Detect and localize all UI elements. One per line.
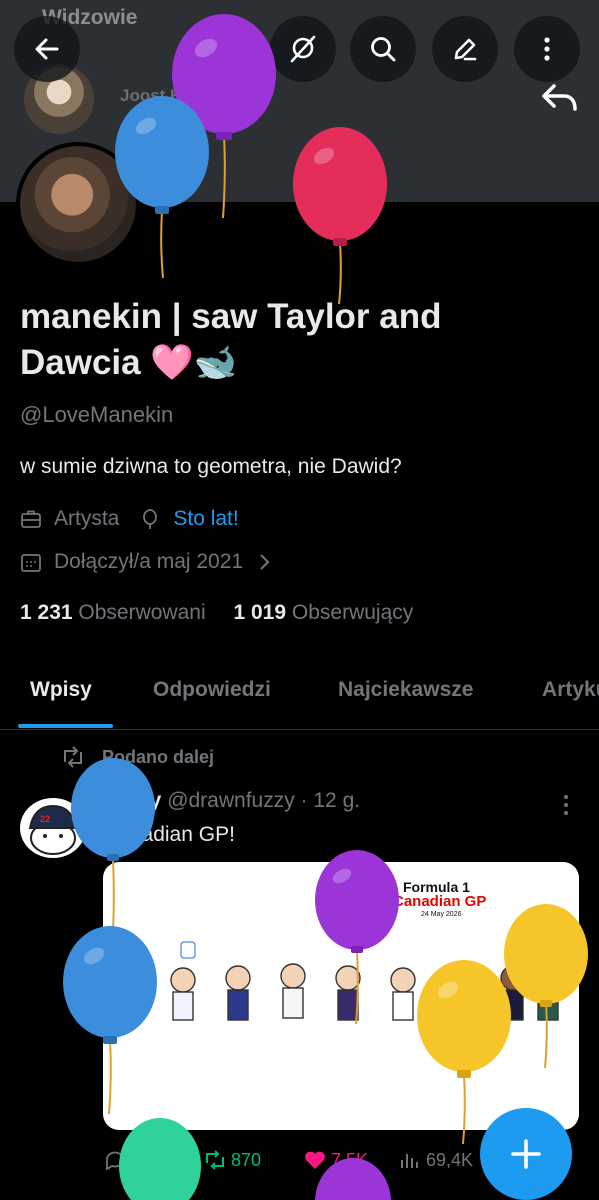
tab-replies[interactable]: Odpowiedzi: [153, 678, 271, 702]
image-subtitle: Canadian GP: [393, 893, 486, 910]
tweet-text: Canadian GP!: [103, 823, 235, 846]
back-button[interactable]: [14, 16, 80, 82]
tab-highlights[interactable]: Najciekawsze: [338, 678, 473, 702]
repost-indicator: Podano dalej: [60, 746, 214, 768]
tweet-author-avatar[interactable]: 22: [20, 798, 86, 858]
joined-row[interactable]: Dołączył/a maj 2021: [20, 550, 285, 574]
chevron-right-icon: [260, 554, 270, 570]
profile-handle: @LoveManekin: [20, 402, 174, 427]
tweet-image[interactable]: Formula 1 Canadian GP 24 May 2026: [103, 862, 579, 1130]
tweet-more-icon[interactable]: [556, 792, 576, 818]
edit-icon: [454, 38, 477, 61]
author-avatar-drawing: 22: [28, 804, 78, 855]
briefcase-icon: [21, 510, 41, 528]
followers-label: Obserwujący: [291, 601, 414, 624]
plus-icon: [511, 1139, 541, 1169]
reply-button[interactable]: 16: [103, 1148, 151, 1172]
profile-avatar[interactable]: [16, 142, 140, 266]
display-name: manekin | saw Taylor and Dawcia 🩷🐋: [20, 297, 442, 382]
birthday-link[interactable]: Sto lat!: [173, 507, 238, 531]
following-count: 1 231: [20, 601, 73, 624]
more-vertical-icon: [544, 37, 550, 61]
balloon-icon: [143, 509, 158, 529]
profile-tabs: Wpisy Odpowiedzi Najciekawsze Artykuły: [0, 658, 599, 730]
tweet-author-name[interactable]: Fuzzy: [103, 789, 161, 812]
pin-slash-icon: [290, 35, 316, 63]
like-count: 7,5K: [331, 1149, 369, 1170]
profile-category: Artysta: [54, 507, 120, 530]
followers-count: 1 019: [233, 601, 287, 624]
banner-name: Joost Klein: [120, 86, 212, 105]
repost-count: 870: [231, 1149, 262, 1170]
search-icon: [371, 37, 396, 62]
repost-button[interactable]: 870: [203, 1148, 261, 1172]
reply-count: 16: [131, 1149, 152, 1170]
joined-date: Dołączył/a maj 2021: [54, 550, 244, 573]
active-tab-indicator: [18, 724, 113, 728]
tab-articles[interactable]: Artykuły: [542, 678, 599, 702]
following-link[interactable]: 1 231 Obserwowani: [20, 601, 206, 624]
followers-link[interactable]: 1 019 Obserwujący: [233, 601, 413, 624]
views-button[interactable]: 69,4K: [398, 1148, 473, 1172]
views-icon: [401, 1154, 418, 1168]
reply-arrow-icon: [542, 84, 577, 111]
svg-text:22: 22: [40, 814, 50, 824]
repost-label: Podano dalej: [102, 746, 215, 767]
tweet-illustration: Formula 1 Canadian GP 24 May 2026: [132, 879, 561, 1021]
image-date: 24 May 2026: [421, 911, 462, 918]
reply-icon: [106, 1151, 124, 1171]
repost-action-icon: [206, 1150, 224, 1170]
tweet-header: Fuzzy @drawnfuzzy · 12 g.: [103, 789, 360, 813]
edit-button[interactable]: [432, 16, 498, 82]
back-arrow-icon: [35, 38, 59, 60]
compose-button[interactable]: [480, 1108, 572, 1200]
like-button[interactable]: 7,5K: [303, 1148, 368, 1172]
following-label: Obserwowani: [78, 601, 206, 624]
more-button[interactable]: [514, 16, 580, 82]
calendar-icon: [21, 554, 41, 572]
search-button[interactable]: [350, 16, 416, 82]
tab-posts[interactable]: Wpisy: [30, 678, 92, 702]
follow-stats: 1 231 Obserwowani 1 019 Obserwujący: [20, 601, 413, 625]
heart-icon: [305, 1151, 325, 1169]
profile-bio: w sumie dziwna to geometra, nie Dawid?: [20, 455, 402, 478]
pin-toggle-button[interactable]: [270, 16, 336, 82]
repost-icon: [64, 746, 82, 768]
profile-meta-row: Artysta Sto lat!: [20, 507, 239, 531]
views-count: 69,4K: [426, 1149, 474, 1170]
tweet-author-meta: @drawnfuzzy · 12 g.: [167, 789, 361, 812]
